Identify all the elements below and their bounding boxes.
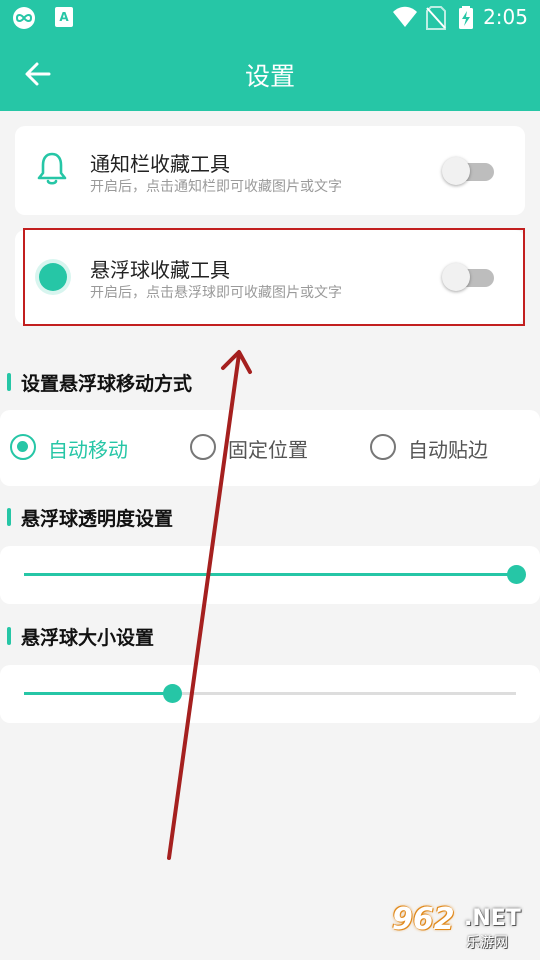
annotation-arrow	[167, 350, 252, 860]
watermark-name: 乐游网	[466, 935, 508, 951]
site-watermark: 962 .NET 乐游网	[392, 902, 532, 952]
watermark-number: 962	[392, 902, 455, 937]
watermark-domain: .NET	[464, 906, 521, 931]
